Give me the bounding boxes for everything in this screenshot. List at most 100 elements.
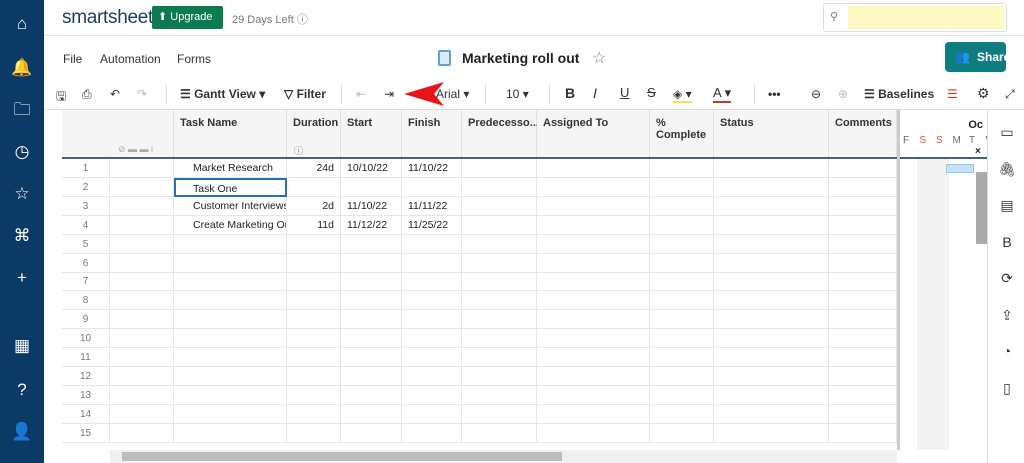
cell[interactable]: [462, 385, 537, 405]
underline-icon[interactable]: U: [620, 85, 629, 100]
cell[interactable]: [174, 348, 287, 367]
cell[interactable]: [829, 310, 897, 330]
cell[interactable]: [110, 234, 174, 254]
cell[interactable]: [650, 348, 714, 367]
cell[interactable]: [650, 272, 714, 292]
cell[interactable]: [462, 310, 537, 330]
cell[interactable]: [341, 348, 402, 367]
cell[interactable]: [110, 159, 174, 178]
cell[interactable]: [714, 272, 829, 292]
cell[interactable]: [174, 423, 287, 443]
table-row[interactable]: 8: [62, 291, 897, 311]
cell[interactable]: [402, 272, 462, 292]
cell[interactable]: [650, 215, 714, 235]
cell[interactable]: [829, 291, 897, 311]
table-row[interactable]: 9: [62, 310, 897, 330]
cell[interactable]: [714, 310, 829, 330]
cell[interactable]: 11/10/22: [402, 159, 462, 178]
cell[interactable]: [402, 404, 462, 424]
indent-icon[interactable]: ⇥: [384, 87, 394, 101]
cell[interactable]: [287, 310, 341, 330]
table-row[interactable]: 3 Customer Interviews 2d 11/10/22 11/11/22: [62, 196, 897, 216]
cell[interactable]: [341, 234, 402, 254]
critical-path-icon[interactable]: ☰: [947, 87, 958, 101]
cell[interactable]: [341, 329, 402, 349]
publish-icon[interactable]: ▯: [997, 380, 1017, 400]
cell[interactable]: 2d: [287, 196, 341, 216]
cell[interactable]: [462, 177, 537, 197]
outdent-icon[interactable]: ⇤: [356, 87, 366, 101]
table-row[interactable]: 13: [62, 385, 897, 405]
solutions-icon[interactable]: ⌘: [10, 224, 34, 248]
cell[interactable]: [110, 404, 174, 424]
cell[interactable]: [650, 159, 714, 178]
menu-forms[interactable]: Forms: [177, 52, 211, 66]
cell[interactable]: [110, 272, 174, 292]
cell[interactable]: [462, 234, 537, 254]
cell[interactable]: [650, 291, 714, 311]
cell[interactable]: [341, 272, 402, 292]
cell[interactable]: [287, 366, 341, 386]
menu-automation[interactable]: Automation: [100, 52, 161, 66]
star-icon[interactable]: ☆: [10, 182, 34, 206]
cell[interactable]: [287, 329, 341, 349]
more-icon[interactable]: •••: [768, 87, 781, 101]
summary-icon[interactable]: B: [997, 234, 1017, 254]
cell[interactable]: [714, 177, 829, 197]
table-row[interactable]: 11: [62, 348, 897, 367]
cell[interactable]: [341, 423, 402, 443]
redo-icon[interactable]: ↷: [137, 87, 147, 101]
cell[interactable]: [110, 253, 174, 273]
cell[interactable]: [462, 272, 537, 292]
cell[interactable]: [287, 404, 341, 424]
cell[interactable]: [714, 253, 829, 273]
column-header[interactable]: Comments: [829, 110, 897, 158]
cell[interactable]: [537, 272, 650, 292]
zoom-out-icon[interactable]: ⊖: [811, 87, 821, 101]
baselines-button[interactable]: ☰ Baselines: [864, 87, 934, 101]
cell[interactable]: [829, 423, 897, 443]
column-header[interactable]: % Complete: [650, 110, 714, 158]
cell[interactable]: 10/10/22: [341, 159, 402, 178]
cell[interactable]: [462, 253, 537, 273]
cell[interactable]: [650, 385, 714, 405]
cell[interactable]: [714, 196, 829, 216]
cell[interactable]: [650, 329, 714, 349]
cell[interactable]: [110, 385, 174, 405]
cell[interactable]: [537, 404, 650, 424]
cell[interactable]: [714, 291, 829, 311]
font-dropdown[interactable]: Arial ▾: [436, 87, 469, 101]
cell[interactable]: [341, 253, 402, 273]
strikethrough-icon[interactable]: S: [647, 85, 656, 100]
cell[interactable]: [829, 329, 897, 349]
cell[interactable]: [650, 366, 714, 386]
cell[interactable]: [287, 423, 341, 443]
table-row[interactable]: 2 Task One: [62, 177, 897, 197]
settings-gear-icon[interactable]: ⚙: [977, 85, 990, 102]
cell[interactable]: [537, 234, 650, 254]
cell[interactable]: [174, 366, 287, 386]
italic-icon[interactable]: I: [593, 85, 597, 101]
duration-info-icon[interactable]: ⓘ: [294, 144, 303, 157]
proofing-icon[interactable]: ▤: [997, 197, 1017, 217]
cell[interactable]: [714, 423, 829, 443]
expand-icon[interactable]: ⤢: [1005, 87, 1015, 102]
cell[interactable]: [462, 348, 537, 367]
cell[interactable]: [287, 385, 341, 405]
cell[interactable]: [174, 291, 287, 311]
cell[interactable]: [462, 404, 537, 424]
cell[interactable]: 11/10/22: [341, 196, 402, 216]
cell[interactable]: [287, 291, 341, 311]
info-icon[interactable]: ⓘ: [297, 14, 308, 26]
cell[interactable]: [650, 423, 714, 443]
cell[interactable]: [110, 366, 174, 386]
activity-log-icon[interactable]: ◔: [997, 343, 1017, 363]
cell[interactable]: [174, 329, 287, 349]
cell[interactable]: [537, 329, 650, 349]
table-row[interactable]: 10: [62, 329, 897, 349]
text-color-icon[interactable]: A ▾: [713, 85, 732, 103]
cell[interactable]: [402, 291, 462, 311]
table-row[interactable]: 14: [62, 404, 897, 424]
cell[interactable]: [829, 196, 897, 216]
comment-icon[interactable]: ▭: [997, 124, 1017, 144]
